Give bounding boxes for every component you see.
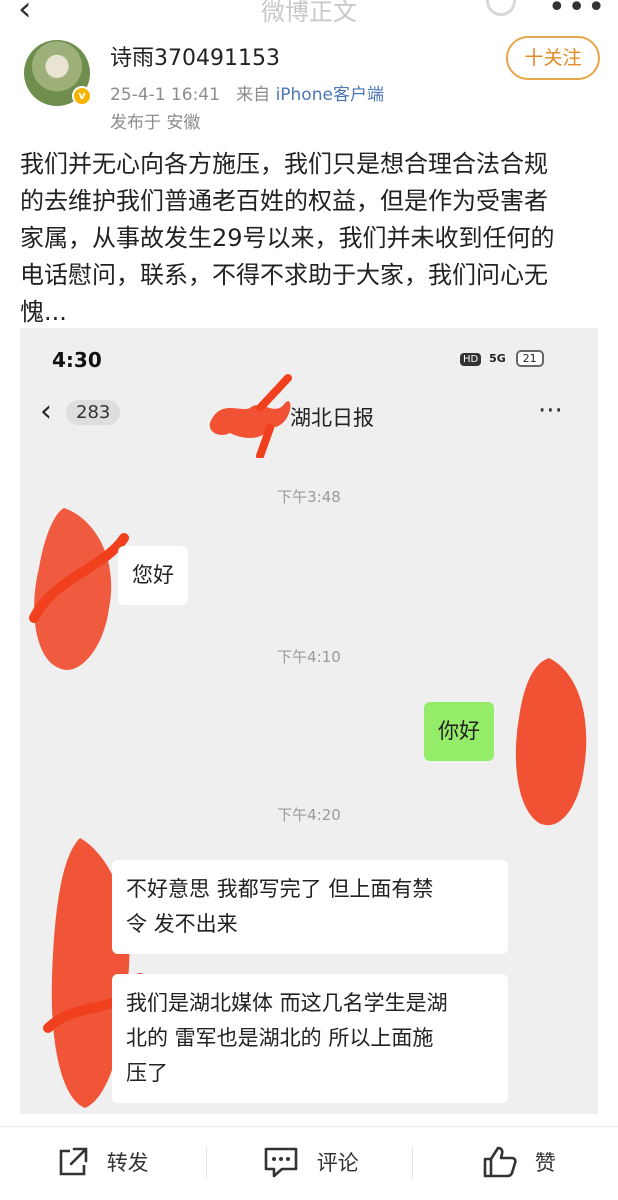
comment-button[interactable]: 评论 — [262, 1145, 359, 1181]
post-line: 电话慰问，联系，不得不求助于大家，我们问心无 — [20, 261, 548, 289]
author-name[interactable]: 诗雨370491153 — [110, 40, 280, 72]
divider — [206, 1147, 207, 1179]
message-bubble-received: 您好 — [118, 546, 188, 605]
repost-button[interactable]: 转发 — [56, 1145, 149, 1181]
post-source[interactable]: iPhone客户端 — [276, 85, 384, 105]
chat-more-icon: ··· — [538, 396, 563, 426]
post-location: 发布于 安徽 — [110, 113, 201, 133]
attached-screenshot[interactable]: 4:30 HD 5G 21 ‹ 283 湖北日报 ··· 下午3:48 您好 下… — [20, 328, 598, 1114]
redaction-scribble — [209, 374, 292, 458]
post-line: 愧... — [20, 298, 67, 326]
signal-icon: 5G — [489, 352, 506, 365]
battery-icon: 21 — [515, 350, 544, 367]
more-icon[interactable]: ••• — [548, 0, 607, 25]
thumbs-up-icon — [483, 1146, 517, 1178]
post-timestamp: 25-4-1 16:41 — [110, 85, 220, 105]
message-line: 北的 雷军也是湖北的 所以上面施 — [126, 1026, 434, 1050]
comment-icon — [264, 1147, 298, 1178]
post-line: 家属，从事故发生29号以来，我们并未收到任何的 — [20, 224, 555, 252]
post-text: 我们并无心向各方施压，我们只是想合理合法合规 的去维护我们普通老百姓的权益，但是… — [20, 146, 600, 331]
post-line: 的去维护我们普通老百姓的权益，但是作为受害者 — [20, 187, 548, 215]
post-meta: 25-4-1 16:41 来自 iPhone客户端 — [110, 80, 384, 105]
post-line: 我们并无心向各方施压，我们只是想合理合法合规 — [20, 150, 548, 178]
message-line: 我们是湖北媒体 而这几名学生是湖 — [126, 991, 448, 1015]
message-timestamp: 下午4:20 — [277, 806, 341, 824]
status-time: 4:30 — [52, 348, 102, 372]
avatar[interactable]: v — [24, 40, 92, 106]
message-bubble-received: 不好意思 我都写完了 但上面有禁 令 发不出来 — [112, 860, 508, 954]
verified-badge-icon: v — [72, 86, 92, 106]
bottom-action-bar: 转发 评论 赞 — [0, 1126, 618, 1200]
message-line: 令 发不出来 — [126, 912, 238, 936]
hd-icon: HD — [460, 353, 482, 366]
message-line: 压了 — [126, 1061, 168, 1085]
chat-back-icon: ‹ — [40, 394, 52, 429]
like-label: 赞 — [534, 1151, 556, 1175]
message-bubble-received: 我们是湖北媒体 而这几名学生是湖 北的 雷军也是湖北的 所以上面施 压了 — [112, 974, 508, 1103]
unread-count: 283 — [66, 400, 121, 425]
comment-label: 评论 — [316, 1151, 359, 1175]
message-timestamp: 下午4:10 — [277, 648, 341, 666]
source-prefix: 来自 — [236, 85, 271, 105]
like-button[interactable]: 赞 — [482, 1145, 556, 1181]
page-title: 微博正文 — [261, 0, 357, 26]
status-icons: HD 5G 21 — [460, 350, 544, 367]
share-icon — [59, 1147, 88, 1176]
message-timestamp: 下午3:48 — [277, 488, 341, 506]
message-line: 不好意思 我都写完了 但上面有禁 — [126, 877, 434, 901]
top-bar: ‹ 微博正文 ••• — [0, 0, 618, 30]
divider — [412, 1147, 413, 1179]
repost-label: 转发 — [106, 1151, 149, 1175]
follow-button[interactable]: 十关注 — [506, 36, 600, 80]
message-bubble-sent: 你好 — [424, 702, 494, 761]
